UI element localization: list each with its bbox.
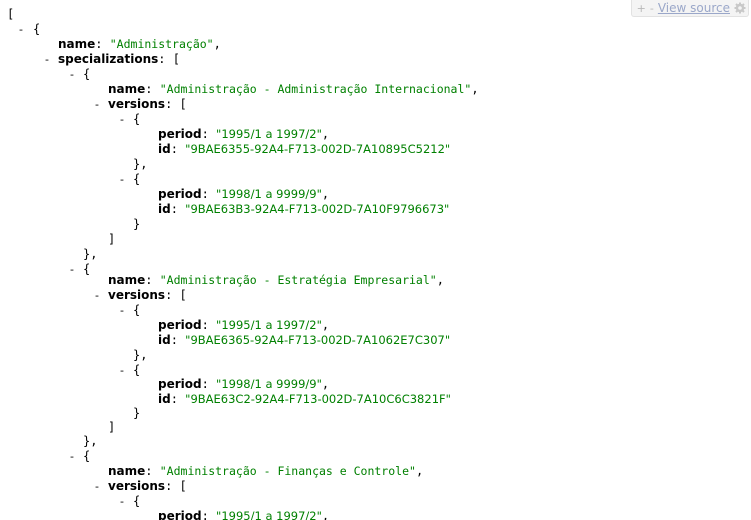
versions-row: versions: [ [108, 97, 187, 111]
collapse-toggle-specialization[interactable]: - [66, 262, 78, 277]
json-string: "9BAE6365-92A4-F713-002D-7A1062E7C307" [185, 333, 451, 347]
period-row: period: "1995/1 a 1997/2", [158, 318, 330, 332]
json-key: name [58, 37, 96, 51]
collapse-toggle-specialization[interactable]: - [66, 67, 78, 82]
versions-array-close: ] [108, 420, 116, 434]
specialization-object-open: { [83, 262, 91, 276]
specialization-object-open: { [83, 449, 91, 463]
collapse-toggle-versions[interactable]: - [91, 288, 103, 303]
json-key: name [108, 273, 146, 287]
json-key: id [158, 333, 171, 347]
root-object-open: { [33, 22, 41, 36]
collapse-toggle-versions[interactable]: - [91, 97, 103, 112]
versions-row: versions: [ [108, 479, 187, 493]
root-name-row: name: "Administração", [58, 37, 221, 51]
json-string: "1995/1 a 1997/2" [216, 318, 322, 332]
json-key: period [158, 509, 202, 520]
version-object-open: { [133, 112, 141, 126]
id-row: id: "9BAE6355-92A4-F713-002D-7A10895C521… [158, 142, 451, 156]
specialization-name-row: name: "Administração - Administração Int… [108, 82, 479, 96]
version-object-open: { [133, 363, 141, 377]
collapse-toggle-root-object[interactable]: - [15, 22, 27, 37]
json-string: "1995/1 a 1997/2" [216, 509, 322, 520]
json-string: "Administração - Estratégia Empresarial" [159, 273, 437, 287]
json-string: "Administração - Finanças e Controle" [159, 464, 416, 478]
json-string: "Administração" [109, 37, 214, 51]
period-row: period: "1995/1 a 1997/2", [158, 127, 330, 141]
json-string: "9BAE63C2-92A4-F713-002D-7A10C6C3821F" [185, 392, 451, 406]
json-key: versions [108, 97, 166, 111]
id-row: id: "9BAE63B3-92A4-F713-002D-7A10F979667… [158, 202, 450, 216]
collapse-toggle-version[interactable]: - [116, 303, 128, 318]
json-string: "Administração - Administração Internaci… [159, 82, 472, 96]
json-key: period [158, 127, 202, 141]
json-key: id [158, 202, 171, 216]
collapse-toggle-specializations[interactable]: - [41, 52, 53, 67]
collapse-toggle-version[interactable]: - [116, 112, 128, 127]
collapse-all-button[interactable]: - [650, 2, 654, 15]
period-row: period: "1998/1 a 9999/9", [158, 187, 330, 201]
json-key: name [108, 464, 146, 478]
version-object-close: } [133, 217, 141, 231]
json-key: period [158, 187, 202, 201]
id-row: id: "9BAE6365-92A4-F713-002D-7A1062E7C30… [158, 333, 451, 347]
specialization-name-row: name: "Administração - Estratégia Empres… [108, 273, 444, 287]
viewer-toolbar: + - View source [630, 0, 749, 17]
version-object-close: } [133, 406, 141, 420]
gear-icon[interactable] [734, 2, 746, 14]
specialization-name-row: name: "Administração - Finanças e Contro… [108, 464, 424, 478]
collapse-toggle-version[interactable]: - [116, 494, 128, 509]
root-array-open: [ [7, 7, 15, 21]
json-string: "1998/1 a 9999/9" [216, 377, 322, 391]
json-string: "1998/1 a 9999/9" [216, 187, 322, 201]
json-key: period [158, 318, 202, 332]
expand-all-button[interactable]: + [637, 2, 646, 15]
json-key: period [158, 377, 202, 391]
versions-row: versions: [ [108, 288, 187, 302]
versions-array-close: ] [108, 232, 116, 246]
version-object-close: }, [133, 348, 148, 362]
version-object-open: { [133, 303, 141, 317]
json-key: versions [108, 288, 166, 302]
json-key: id [158, 392, 171, 406]
json-key: versions [108, 479, 166, 493]
version-object-close: }, [133, 157, 148, 171]
json-key: specializations [58, 52, 159, 66]
id-row: id: "9BAE63C2-92A4-F713-002D-7A10C6C3821… [158, 392, 451, 406]
json-key: name [108, 82, 146, 96]
json-key: id [158, 142, 171, 156]
collapse-toggle-version[interactable]: - [116, 363, 128, 378]
version-object-open: { [133, 494, 141, 508]
json-string: "9BAE63B3-92A4-F713-002D-7A10F9796673" [185, 202, 450, 216]
specializations-row: specializations: [ [58, 52, 180, 66]
json-string: "9BAE6355-92A4-F713-002D-7A10895C5212" [185, 142, 451, 156]
period-row: period: "1995/1 a 1997/2", [158, 509, 329, 520]
collapse-toggle-specialization[interactable]: - [66, 449, 78, 464]
version-object-open: { [133, 172, 141, 186]
period-row: period: "1998/1 a 9999/9", [158, 377, 330, 391]
specialization-object-close: }, [83, 434, 98, 448]
collapse-toggle-versions[interactable]: - [91, 479, 103, 494]
view-source-link[interactable]: View source [658, 1, 730, 15]
specialization-object-close: }, [83, 247, 98, 261]
json-string: "1995/1 a 1997/2" [216, 127, 322, 141]
collapse-toggle-version[interactable]: - [116, 172, 128, 187]
specialization-object-open: { [83, 67, 91, 81]
